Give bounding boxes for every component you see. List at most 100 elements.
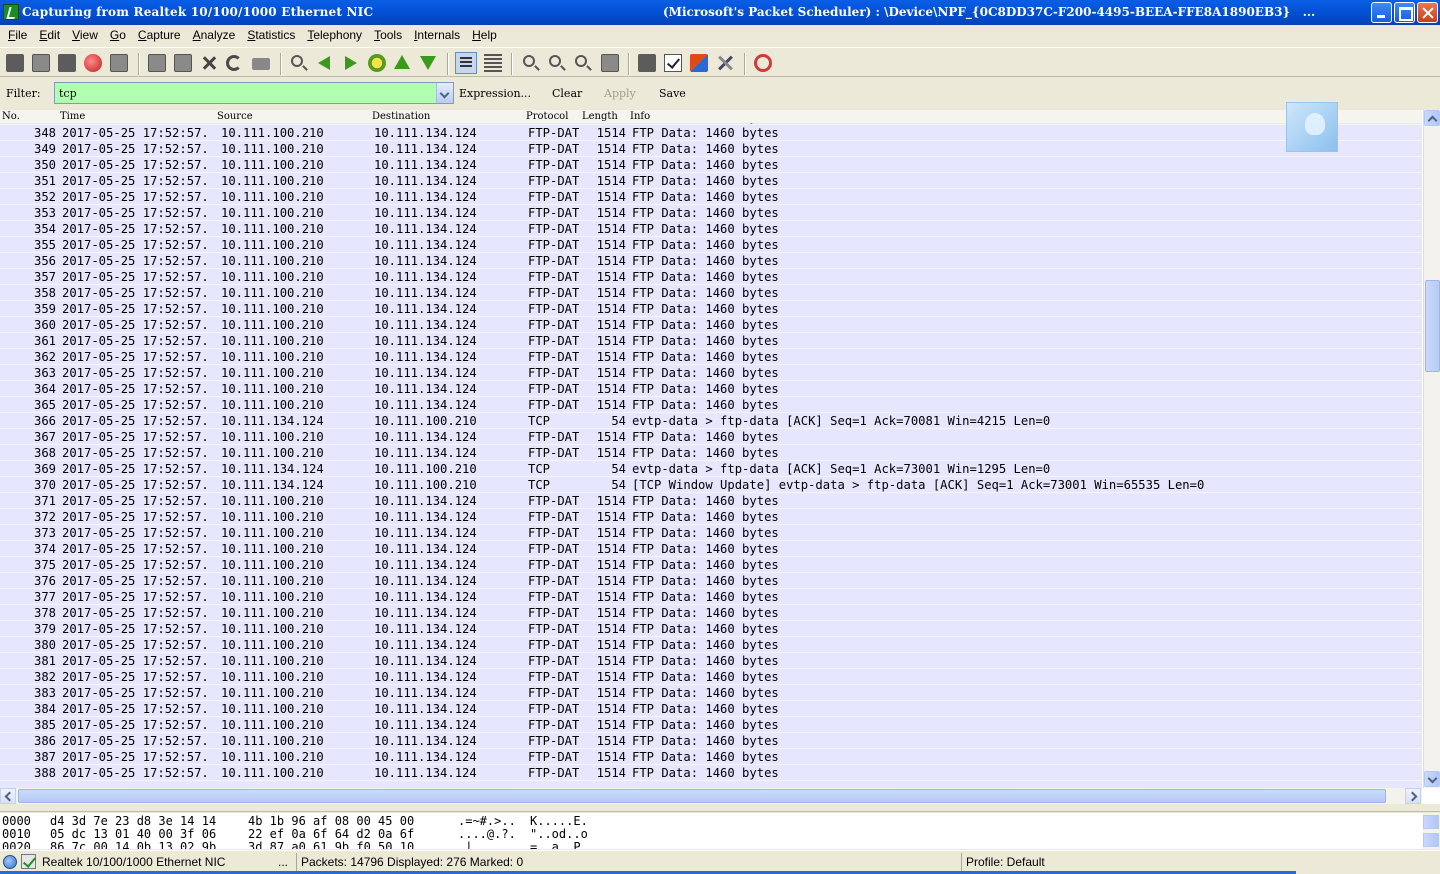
menu-statistics[interactable]: Statistics: [241, 25, 301, 46]
packet-row[interactable]: 360 2017-05-25 17:52:57. 10.111.100.210 10.…: [0, 317, 1422, 333]
column-source[interactable]: Source: [217, 111, 253, 122]
packet-row[interactable]: 370 2017-05-25 17:52:57. 10.111.134.124 10.…: [0, 477, 1422, 493]
packet-row[interactable]: 371 2017-05-25 17:52:57. 10.111.100.210 10.…: [0, 493, 1422, 509]
column-destination[interactable]: Destination: [372, 111, 430, 122]
packet-row[interactable]: 387 2017-05-25 17:52:57. 10.111.100.210 10.…: [0, 749, 1422, 765]
zoom-in-icon[interactable]: [523, 55, 535, 67]
column-info[interactable]: Info: [630, 111, 650, 122]
bytes-scroll-up-button[interactable]: [1423, 815, 1439, 829]
find-icon[interactable]: [291, 55, 303, 67]
packet-list-hscrollbar[interactable]: [0, 788, 1422, 804]
packet-row[interactable]: 384 2017-05-25 17:52:57. 10.111.100.210 10.…: [0, 701, 1422, 717]
display-filters-icon[interactable]: [664, 54, 682, 72]
save-icon[interactable]: [174, 54, 192, 72]
menu-capture[interactable]: Capture: [132, 25, 187, 46]
normal-size-icon[interactable]: [575, 55, 587, 67]
back-icon[interactable]: [318, 56, 330, 70]
status-profile[interactable]: Profile: Default: [961, 853, 1431, 871]
packet-row[interactable]: 362 2017-05-25 17:52:57. 10.111.100.210 10.…: [0, 349, 1422, 365]
minimize-button[interactable]: [1371, 2, 1392, 23]
bytes-vscrollbar[interactable]: [1423, 813, 1440, 849]
menu-edit[interactable]: Edit: [33, 25, 66, 46]
packet-row[interactable]: 351 2017-05-25 17:52:57. 10.111.100.210 10.…: [0, 173, 1422, 189]
menu-internals[interactable]: Internals: [408, 25, 466, 46]
menu-go[interactable]: Go: [104, 25, 132, 46]
save-filter-button[interactable]: Save: [659, 87, 686, 100]
colorize-icon[interactable]: [455, 52, 477, 74]
packet-row[interactable]: 365 2017-05-25 17:52:57. 10.111.100.210 10.…: [0, 397, 1422, 413]
packet-row[interactable]: 364 2017-05-25 17:52:57. 10.111.100.210 10.…: [0, 381, 1422, 397]
resize-columns-icon[interactable]: [601, 54, 619, 72]
packet-row[interactable]: 388 2017-05-25 17:52:57. 10.111.100.210 10.…: [0, 765, 1422, 781]
scroll-left-button[interactable]: [0, 788, 16, 804]
close-icon[interactable]: [200, 54, 218, 72]
scroll-up-button[interactable]: [1424, 110, 1440, 126]
expert-info-icon[interactable]: [3, 855, 17, 869]
packet-row[interactable]: 373 2017-05-25 17:52:57. 10.111.100.210 10.…: [0, 525, 1422, 541]
restore-button[interactable]: [1394, 2, 1415, 23]
packet-row[interactable]: 349 2017-05-25 17:52:57. 10.111.100.210 10.…: [0, 141, 1422, 157]
packet-row[interactable]: 374 2017-05-25 17:52:57. 10.111.100.210 10.…: [0, 541, 1422, 557]
packet-row[interactable]: 383 2017-05-25 17:52:57. 10.111.100.210 10.…: [0, 685, 1422, 701]
packet-row[interactable]: 379 2017-05-25 17:52:57. 10.111.100.210 10.…: [0, 621, 1422, 637]
column-length[interactable]: Length: [582, 111, 618, 122]
menu-help[interactable]: Help: [466, 25, 503, 46]
print-icon[interactable]: [252, 58, 270, 70]
capture-comment-icon[interactable]: [21, 854, 36, 869]
packet-row[interactable]: 372 2017-05-25 17:52:57. 10.111.100.210 10.…: [0, 509, 1422, 525]
packet-row[interactable]: 353 2017-05-25 17:52:57. 10.111.100.210 10.…: [0, 205, 1422, 221]
filter-input[interactable]: tcp: [54, 82, 454, 104]
packet-row[interactable]: 375 2017-05-25 17:52:57. 10.111.100.210 10.…: [0, 557, 1422, 573]
expression-button[interactable]: Expression...: [459, 87, 531, 100]
pane-splitter[interactable]: [0, 804, 1440, 812]
first-icon[interactable]: [394, 55, 410, 69]
packet-row[interactable]: 380 2017-05-25 17:52:57. 10.111.100.210 10.…: [0, 637, 1422, 653]
packet-row[interactable]: 356 2017-05-25 17:52:57. 10.111.100.210 10.…: [0, 253, 1422, 269]
coloring-rules-icon[interactable]: [690, 54, 708, 72]
stop-capture-icon[interactable]: [84, 54, 102, 72]
packet-row[interactable]: 381 2017-05-25 17:52:57. 10.111.100.210 10.…: [0, 653, 1422, 669]
apply-button[interactable]: Apply: [604, 87, 636, 100]
autoscroll-icon[interactable]: [484, 54, 502, 72]
packet-row[interactable]: 352 2017-05-25 17:52:57. 10.111.100.210 10.…: [0, 189, 1422, 205]
scroll-down-button[interactable]: [1424, 771, 1440, 787]
packet-row[interactable]: 367 2017-05-25 17:52:57. 10.111.100.210 10.…: [0, 429, 1422, 445]
packet-row[interactable]: 368 2017-05-25 17:52:57. 10.111.100.210 10.…: [0, 445, 1422, 461]
menu-analyze[interactable]: Analyze: [187, 25, 242, 46]
packet-row[interactable]: 376 2017-05-25 17:52:57. 10.111.100.210 10.…: [0, 573, 1422, 589]
forward-icon[interactable]: [345, 56, 357, 70]
packet-row[interactable]: 354 2017-05-25 17:52:57. 10.111.100.210 10.…: [0, 221, 1422, 237]
menu-telephony[interactable]: Telephony: [301, 25, 368, 46]
menu-tools[interactable]: Tools: [368, 25, 408, 46]
menu-file[interactable]: File: [2, 25, 33, 46]
packet-row[interactable]: 369 2017-05-25 17:52:57. 10.111.134.124 10.…: [0, 461, 1422, 477]
packet-row[interactable]: 355 2017-05-25 17:52:57. 10.111.100.210 10.…: [0, 237, 1422, 253]
packet-row[interactable]: 359 2017-05-25 17:52:57. 10.111.100.210 10.…: [0, 301, 1422, 317]
packet-row[interactable]: 366 2017-05-25 17:52:57. 10.111.134.124 10.…: [0, 413, 1422, 429]
reload-icon[interactable]: [226, 55, 242, 71]
packet-row[interactable]: 378 2017-05-25 17:52:57. 10.111.100.210 10.…: [0, 605, 1422, 621]
packet-row[interactable]: 386 2017-05-25 17:52:57. 10.111.100.210 10.…: [0, 733, 1422, 749]
hscroll-thumb[interactable]: [18, 789, 1386, 803]
goto-icon[interactable]: [368, 54, 386, 72]
packet-row[interactable]: 350 2017-05-25 17:52:57. 10.111.100.210 10.…: [0, 157, 1422, 173]
scroll-right-button[interactable]: [1405, 788, 1421, 804]
capture-filters-icon[interactable]: [638, 54, 656, 72]
packet-list-vscrollbar[interactable]: [1423, 110, 1440, 788]
packet-row[interactable]: 358 2017-05-25 17:52:57. 10.111.100.210 10.…: [0, 285, 1422, 301]
packet-row[interactable]: 385 2017-05-25 17:52:57. 10.111.100.210 10.…: [0, 717, 1422, 733]
menu-view[interactable]: View: [66, 25, 104, 46]
clear-button[interactable]: Clear: [552, 87, 582, 100]
interfaces-icon[interactable]: [6, 54, 24, 72]
last-icon[interactable]: [420, 56, 436, 70]
zoom-out-icon[interactable]: [549, 55, 561, 67]
open-icon[interactable]: [148, 54, 166, 72]
restart-capture-icon[interactable]: [110, 54, 128, 72]
packet-row[interactable]: 363 2017-05-25 17:52:57. 10.111.100.210 10.…: [0, 365, 1422, 381]
help-icon[interactable]: [754, 54, 772, 72]
bytes-scroll-down-button[interactable]: [1423, 833, 1439, 847]
filter-dropdown-button[interactable]: [436, 83, 453, 103]
close-window-button[interactable]: [1417, 2, 1438, 23]
column-no[interactable]: No.: [2, 111, 20, 122]
packet-row[interactable]: 357 2017-05-25 17:52:57. 10.111.100.210 10.…: [0, 269, 1422, 285]
